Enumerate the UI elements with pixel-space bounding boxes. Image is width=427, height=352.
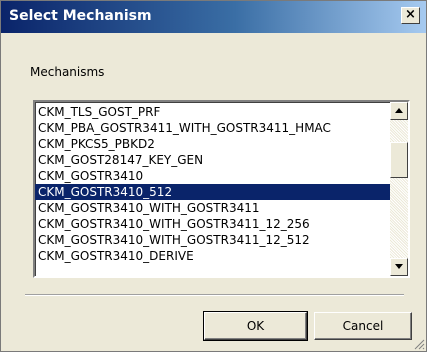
list-item[interactable]: CKM_GOSTR3410_WITH_GOSTR3411_12_256 [35, 216, 390, 232]
list-item[interactable]: CKM_GOSTR3410_DERIVE [35, 248, 390, 264]
close-icon: × [405, 7, 416, 22]
list-item[interactable]: CKM_PKCS5_PBKD2 [35, 136, 390, 152]
list-item[interactable]: CKM_PBA_GOSTR3411_WITH_GOSTR3411_HMAC [35, 120, 390, 136]
close-button[interactable]: × [401, 7, 420, 24]
list-item[interactable]: CKM_GOSTR3410_WITH_GOSTR3411 [35, 200, 390, 216]
mechanisms-listbox[interactable]: CKM_TLS_GOST_PRF CKM_PBA_GOSTR3411_WITH_G… [33, 100, 410, 278]
vertical-scrollbar[interactable] [390, 102, 408, 276]
resize-grip-icon[interactable] [413, 338, 425, 350]
list-item[interactable]: CKM_GOSTR3410_512 [35, 184, 390, 200]
ok-button[interactable]: OK [203, 311, 308, 341]
list-item[interactable]: CKM_GOST28147_KEY_GEN [35, 152, 390, 168]
arrow-down-icon [395, 264, 403, 269]
title-bar[interactable]: Select Mechanism × [1, 1, 426, 33]
cancel-button[interactable]: Cancel [314, 312, 412, 340]
mechanisms-label: Mechanisms [30, 65, 105, 79]
list-item[interactable]: CKM_GOSTR3410_WITH_GOSTR3411_12_512 [35, 232, 390, 248]
scrollbar-thumb[interactable] [390, 142, 408, 178]
scroll-down-button[interactable] [390, 258, 408, 276]
dialog-title: Select Mechanism [9, 8, 152, 24]
list-item[interactable]: CKM_TLS_GOST_PRF [35, 104, 390, 120]
arrow-up-icon [395, 108, 403, 113]
separator [25, 294, 404, 296]
mechanisms-list: CKM_TLS_GOST_PRF CKM_PBA_GOSTR3411_WITH_G… [35, 104, 390, 264]
list-item[interactable]: CKM_GOSTR3410 [35, 168, 390, 184]
scroll-up-button[interactable] [390, 102, 408, 120]
select-mechanism-dialog: Select Mechanism × Mechanisms CKM_TLS_GO… [0, 0, 427, 352]
